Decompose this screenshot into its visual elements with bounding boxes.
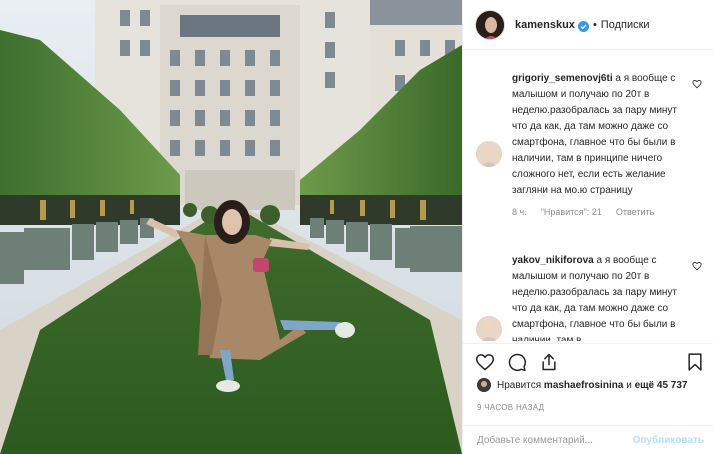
comment-item: grigoriy_semenovj6ti а я вообще с малышо… [463,71,713,217]
post-sidebar: kamenskux • Подписки grigoriy_semenovj6t… [462,0,713,454]
comment-like-heart-icon[interactable] [692,79,702,89]
post-photo[interactable] [0,0,462,454]
header-separator: • [592,18,597,31]
comment-likes[interactable]: "Нравится": 21 [541,207,602,217]
comment-input[interactable] [477,434,627,446]
share-icon[interactable] [539,352,559,372]
liker-username[interactable]: mashaefrosinina [544,380,623,391]
add-comment-bar: Опубликовать [463,425,713,454]
comment-icon[interactable] [507,352,527,372]
reply-button[interactable]: Ответить [616,207,654,217]
comment-username[interactable]: yakov_nikiforova [512,255,594,266]
following-button[interactable]: Подписки [601,19,650,31]
comment-text: grigoriy_semenovj6ti а я вообще с малышо… [512,71,692,199]
post-time[interactable]: 9 ЧАСОВ НАЗАД [477,403,544,412]
comment-text: yakov_nikiforova а я вообще с малышом и … [512,253,692,341]
publish-button[interactable]: Опубликовать [633,435,704,446]
verified-badge-icon [577,19,589,32]
likes-middle: и [626,379,632,391]
comment-item: yakov_nikiforova а я вообще с малышом и … [463,253,713,341]
heart-icon[interactable] [475,352,495,372]
commenter-avatar[interactable] [476,141,502,167]
post-header: kamenskux • Подписки [463,0,713,50]
post-actions-bar [463,343,713,377]
courtyard-photo-image [0,0,462,454]
comments-list[interactable]: grigoriy_semenovj6ti а я вообще с малышо… [463,51,713,341]
likes-summary: Нравится mashaefrosinina и ещё 45 737 [477,378,688,392]
likes-prefix: Нравится [497,379,542,391]
comment-body: а я вообще с малышом и получаю по 20т в … [512,255,678,341]
comment-body: а я вообще с малышом и получаю по 20т в … [512,73,678,196]
comment-meta: 8 ч. "Нравится": 21 Ответить [512,207,690,217]
commenter-avatar[interactable] [476,316,502,341]
comment-username[interactable]: grigoriy_semenovj6ti [512,73,613,84]
comment-time: 8 ч. [512,207,527,217]
likes-count[interactable]: ещё 45 737 [635,380,688,391]
comment-like-heart-icon[interactable] [692,261,702,271]
liker-avatar[interactable] [477,378,491,392]
bookmark-icon[interactable] [685,352,705,372]
author-avatar[interactable] [475,9,505,40]
author-username[interactable]: kamenskux [515,19,575,31]
